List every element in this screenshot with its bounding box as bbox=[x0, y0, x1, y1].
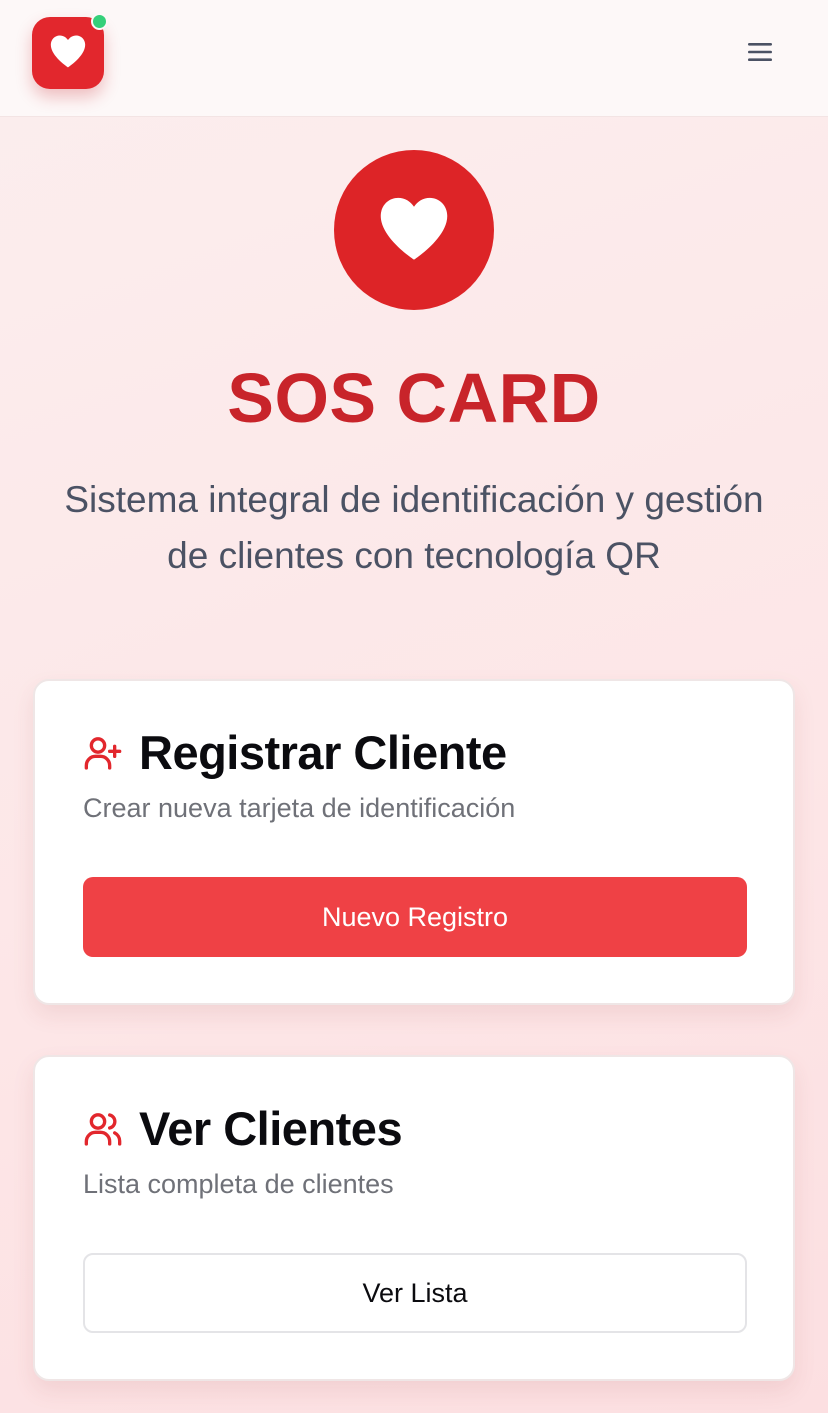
card-header: Registrar Cliente bbox=[83, 725, 507, 780]
top-bar bbox=[0, 0, 828, 117]
page-subtitle: Sistema integral de identificación y ges… bbox=[64, 479, 764, 576]
menu-button[interactable] bbox=[736, 30, 784, 78]
app-logo[interactable] bbox=[32, 13, 108, 89]
heart-icon bbox=[48, 33, 88, 74]
card-header: Ver Clientes bbox=[83, 1101, 403, 1156]
card-title: Ver Clientes bbox=[139, 1102, 403, 1155]
heart-icon bbox=[376, 193, 452, 268]
register-client-card: Registrar Cliente Crear nueva tarjeta de… bbox=[33, 679, 795, 1005]
view-list-button[interactable]: Ver Lista bbox=[83, 1253, 747, 1333]
card-description: Crear nueva tarjeta de identificación bbox=[83, 793, 516, 823]
card-title: Registrar Cliente bbox=[139, 726, 507, 779]
page-title: SOS CARD bbox=[227, 359, 601, 437]
new-registration-button[interactable]: Nuevo Registro bbox=[83, 877, 747, 957]
card-description: Lista completa de clientes bbox=[83, 1169, 394, 1199]
user-plus-icon bbox=[83, 733, 123, 773]
users-icon bbox=[83, 1109, 123, 1149]
hamburger-menu-icon bbox=[747, 41, 773, 68]
online-status-dot bbox=[91, 13, 108, 30]
view-clients-card: Ver Clientes Lista completa de clientes … bbox=[33, 1055, 795, 1381]
hero-logo bbox=[334, 150, 494, 310]
